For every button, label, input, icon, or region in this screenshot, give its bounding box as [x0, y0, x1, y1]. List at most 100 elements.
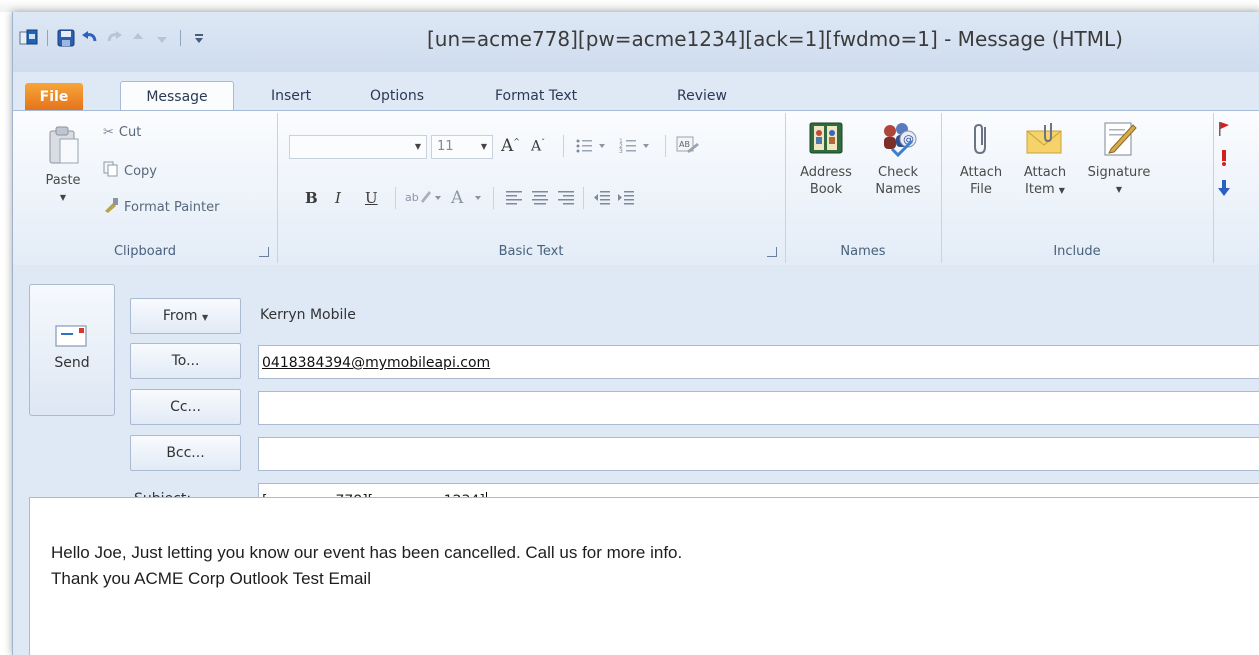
numbering-icon[interactable]: 123 [619, 137, 653, 159]
address-book-icon [809, 122, 843, 154]
check-names-icon: @ [884, 123, 917, 158]
high-importance-icon[interactable] [1217, 149, 1247, 171]
follow-up-flag-icon[interactable] [1217, 121, 1247, 141]
chevron-down-icon: ▼ [201, 313, 209, 322]
bullets-icon[interactable] [575, 137, 609, 159]
tab-format-text[interactable]: Format Text [495, 81, 577, 111]
paperclip-icon [974, 123, 986, 155]
include-group: Attach File Attach Item ▼ Signature ▼ In… [941, 113, 1214, 263]
font-name-box[interactable]: ▼ [289, 135, 427, 159]
attach-item-label-1: Attach [1023, 165, 1067, 180]
brush-icon [103, 197, 119, 217]
chevron-down-icon: ▼ [414, 142, 421, 151]
ribbon-tabs: File Message Insert Options Format Text … [13, 81, 1259, 112]
body-line-1: Hello Joe, Just letting you know our eve… [51, 543, 683, 562]
send-envelope-icon [55, 325, 87, 347]
cut-button[interactable]: ✂ Cut [103, 125, 141, 140]
clipboard-launcher-icon[interactable] [259, 247, 269, 257]
send-button[interactable]: Send [29, 284, 115, 416]
italic-button[interactable]: I [335, 189, 341, 207]
align-right-icon[interactable] [557, 189, 575, 211]
undo-icon[interactable] [80, 28, 100, 48]
styles-icon[interactable]: AB [675, 135, 701, 163]
increase-indent-icon[interactable] [617, 189, 635, 211]
cc-button[interactable]: Cc... [130, 389, 241, 425]
bcc-button[interactable]: Bcc... [130, 435, 241, 471]
bcc-field[interactable] [258, 437, 1259, 471]
paste-button[interactable]: Paste ▼ [33, 125, 93, 206]
format-painter-label: Format Painter [124, 199, 220, 215]
copy-button[interactable]: Copy [103, 161, 157, 181]
up-arrow-icon[interactable] [128, 28, 148, 48]
grow-font-icon[interactable]: A^ [501, 136, 520, 156]
qat-separator [47, 30, 48, 46]
signature-button[interactable]: Signature ▼ [1079, 119, 1159, 198]
basic-text-launcher-icon[interactable] [767, 247, 777, 257]
chevron-down-icon: ▼ [1115, 185, 1123, 194]
svg-text:ab: ab [405, 191, 419, 204]
underline-button[interactable]: U [365, 189, 378, 207]
names-group: Address Book @ Check Names Names [785, 113, 942, 263]
align-left-icon[interactable] [505, 189, 523, 211]
separator [583, 187, 584, 209]
low-importance-icon[interactable] [1217, 179, 1247, 201]
tab-insert[interactable]: Insert [271, 81, 311, 111]
tab-options[interactable]: Options [370, 81, 424, 111]
tab-review[interactable]: Review [677, 81, 727, 111]
clipboard-group: Paste ▼ ✂ Cut Copy Format Painter Clipbo… [13, 113, 278, 263]
tab-message[interactable]: Message [120, 81, 234, 112]
down-arrow-icon[interactable] [152, 28, 172, 48]
basic-text-group-label: Basic Text [498, 244, 564, 259]
address-book-button[interactable]: Address Book [793, 119, 859, 198]
signature-icon [1104, 122, 1137, 156]
svg-text:AB: AB [679, 140, 690, 149]
svg-text:A: A [450, 188, 464, 208]
from-value: Kerryn Mobile [260, 307, 356, 323]
basic-text-group: ▼ 11 ▼ A^ Aˇ 123 AB B I U ab A Basic Tex… [277, 113, 786, 263]
customize-qat-icon[interactable] [189, 28, 209, 48]
bold-button[interactable]: B [305, 189, 318, 207]
attach-item-button[interactable]: Attach Item ▼ [1015, 119, 1075, 199]
separator [563, 135, 564, 157]
format-painter-button[interactable]: Format Painter [103, 197, 219, 217]
svg-text:3: 3 [619, 148, 623, 155]
check-names-button[interactable]: @ Check Names [865, 119, 931, 198]
paste-icon [49, 126, 79, 164]
address-book-label-2: Book [809, 182, 843, 197]
cc-field[interactable] [258, 391, 1259, 425]
scissors-icon: ✂ [103, 125, 114, 140]
from-button[interactable]: From ▼ [130, 298, 241, 334]
outlook-icon[interactable] [19, 28, 39, 48]
body-line-2: Thank you ACME Corp Outlook Test Email [51, 569, 371, 588]
font-color-icon[interactable]: A [449, 187, 489, 213]
highlight-icon[interactable]: ab [405, 187, 445, 213]
ribbon: Paste ▼ ✂ Cut Copy Format Painter Clipbo… [13, 110, 1259, 266]
message-body[interactable]: Hello Joe, Just letting you know our eve… [29, 497, 1259, 655]
attach-file-label-2: File [970, 182, 992, 197]
tags-group [1217, 121, 1247, 201]
attach-file-label-1: Attach [959, 165, 1003, 180]
to-field[interactable]: 0418384394@mymobileapi.com [258, 345, 1259, 379]
tab-file[interactable]: File [25, 83, 83, 111]
save-icon[interactable] [56, 28, 76, 48]
attach-file-button[interactable]: Attach File [955, 119, 1007, 198]
clipboard-group-label: Clipboard [113, 244, 177, 259]
decrease-indent-icon[interactable] [593, 189, 611, 211]
redo-icon[interactable] [104, 28, 124, 48]
address-book-label-1: Address [800, 165, 852, 180]
separator [493, 187, 494, 209]
shrink-font-icon[interactable]: Aˇ [531, 138, 545, 155]
quick-access-toolbar [19, 26, 209, 50]
to-button[interactable]: To... [130, 343, 241, 379]
font-size-value: 11 [437, 139, 454, 154]
font-size-box[interactable]: 11 ▼ [431, 135, 493, 159]
window-title: [un=acme778][pw=acme1234][ack=1][fwdmo=1… [427, 27, 1123, 51]
align-center-icon[interactable] [531, 189, 549, 211]
separator [665, 135, 666, 157]
chevron-down-icon: ▼ [480, 142, 487, 151]
title-bar: [un=acme778][pw=acme1234][ack=1][fwdmo=1… [13, 12, 1259, 72]
include-group-label: Include [1053, 244, 1101, 259]
screen-top-strip [0, 0, 1259, 12]
chevron-down-icon: ▼ [1058, 186, 1065, 195]
to-recipient[interactable]: 0418384394@mymobileapi.com [262, 355, 490, 371]
